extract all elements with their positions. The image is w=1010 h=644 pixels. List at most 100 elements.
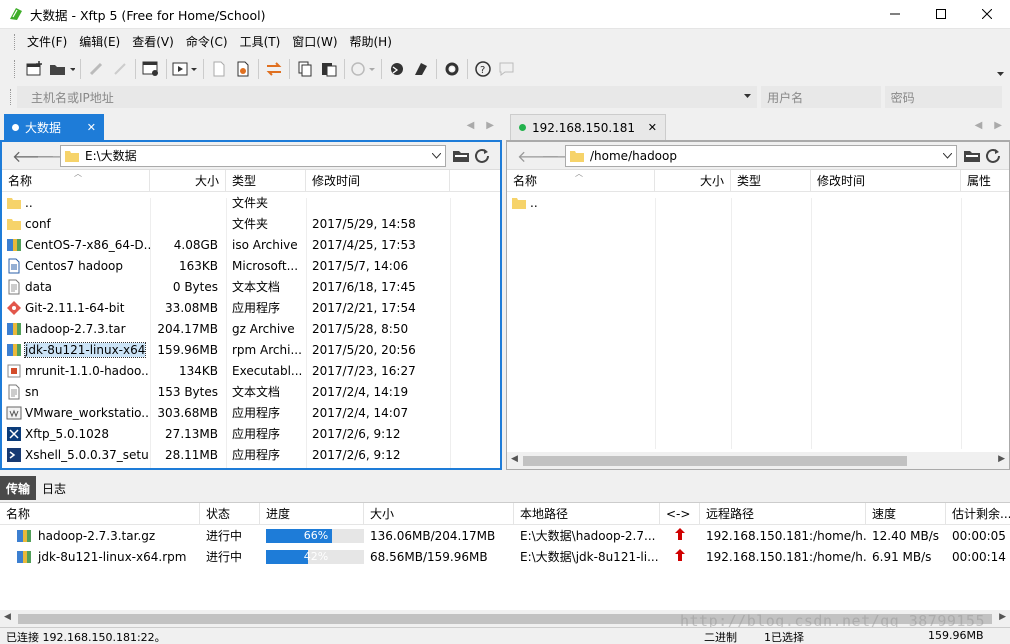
tab-next-icon[interactable]: ▶ (486, 120, 494, 131)
minimize-button[interactable] (872, 0, 918, 28)
scroll-thumb[interactable] (523, 456, 907, 466)
scroll-left-icon[interactable]: ◀ (511, 454, 518, 464)
col-modified[interactable]: 修改时间 (811, 170, 961, 191)
menu-view[interactable]: 查看(V) (126, 33, 180, 50)
col-size[interactable]: 大小 (655, 170, 731, 191)
tcol-name[interactable]: 名称 (0, 503, 200, 524)
list-item[interactable]: Xshell_5.0.0.37_setu... 28.11MB 应用程序 2017/2… (2, 444, 500, 465)
bookmark-button[interactable] (231, 57, 255, 81)
list-item[interactable]: Git-2.11.1-64-bit 33.08MB 应用程序 2017/2/21, 1… (2, 297, 500, 318)
transfer-name-cell: jdk-8u121-linux-x64.rpm (0, 549, 200, 565)
list-item[interactable]: VMware_workstatio... 303.68MB 应用程序 2017/2/4… (2, 402, 500, 423)
help-button[interactable]: ? (471, 57, 495, 81)
new-file-button[interactable] (207, 57, 231, 81)
list-item[interactable]: Centos7 hadoop 163KB Microsoft... 2017/5/7,… (2, 255, 500, 276)
tcol-remote-path[interactable]: 远程路径 (700, 503, 866, 524)
tab-local[interactable]: 大数据 ✕ (4, 114, 104, 140)
col-type[interactable]: 类型 (226, 170, 306, 191)
list-item[interactable]: .. (507, 192, 1009, 213)
scroll-right-icon[interactable]: ▶ (999, 612, 1006, 622)
menu-window[interactable]: 窗口(W) (286, 33, 343, 50)
col-modified[interactable]: 修改时间 (306, 170, 450, 191)
menu-command[interactable]: 命令(C) (180, 33, 234, 50)
transfer-row[interactable]: jdk-8u121-linux-x64.rpm 进行中 42% 68.56MB/159… (0, 546, 1010, 567)
list-item[interactable]: conf 文件夹 2017/5/29, 14:58 (2, 213, 500, 234)
tab-prev-icon[interactable]: ◀ (467, 120, 475, 131)
list-item[interactable]: .. 文件夹 (2, 192, 500, 213)
toolbar-grip[interactable] (14, 60, 17, 78)
forward-arrow-icon[interactable]: 🡒 (541, 146, 584, 166)
maximize-button[interactable] (918, 0, 964, 28)
menu-edit[interactable]: 编辑(E) (73, 33, 126, 50)
folder-open-icon (50, 65, 75, 75)
tcol-speed[interactable]: 速度 (866, 503, 946, 524)
address-grip[interactable] (10, 89, 13, 105)
reconnect-button[interactable] (84, 57, 108, 81)
back-arrow-icon[interactable]: 🡐 (12, 146, 55, 166)
file-type: Executabl... (232, 363, 303, 378)
transfer-button[interactable] (170, 57, 200, 81)
xshell-button[interactable] (385, 57, 409, 81)
back-arrow-icon[interactable]: 🡐 (517, 146, 560, 166)
folder-up-icon[interactable] (963, 148, 981, 164)
chevron-down-icon[interactable] (432, 152, 441, 159)
refresh-icon[interactable] (474, 148, 492, 164)
tcol-status[interactable]: 状态 (200, 503, 260, 524)
list-item[interactable]: hadoop-2.7.3.tar 204.17MB gz Archive 2017/5… (2, 318, 500, 339)
remote-path-input[interactable]: /home/hadoop (565, 144, 957, 167)
username-input[interactable]: 用户名 (761, 86, 881, 108)
open-button[interactable] (47, 57, 77, 81)
chat-button[interactable] (495, 57, 519, 81)
close-button[interactable] (964, 0, 1010, 28)
col-type[interactable]: 类型 (731, 170, 811, 191)
tcol-eta[interactable]: 估计剩余... (946, 503, 1010, 524)
options-button[interactable] (440, 57, 464, 81)
menu-help[interactable]: 帮助(H) (344, 33, 398, 50)
menu-file[interactable]: 文件(F) (21, 33, 73, 50)
tab-next-icon[interactable]: ▶ (994, 120, 1002, 131)
local-path-input[interactable]: E:\大数据 (60, 144, 446, 167)
tcol-progress[interactable]: 进度 (260, 503, 364, 524)
col-size[interactable]: 大小 (150, 170, 226, 191)
menu-tools[interactable]: 工具(T) (234, 33, 287, 50)
host-input[interactable]: 主机名或IP地址 (16, 86, 758, 108)
remote-horizontal-scrollbar[interactable]: ◀ ▶ (507, 452, 1009, 469)
disconnect-button[interactable] (108, 57, 132, 81)
col-attributes[interactable]: 属性 (961, 170, 1007, 191)
tcol-direction[interactable]: <-> (660, 503, 700, 524)
folder-up-icon[interactable] (452, 148, 470, 164)
password-input[interactable]: 密码 (884, 86, 1002, 108)
transfer-row[interactable]: hadoop-2.7.3.tar.gz 进行中 66% 136.06MB/204.17… (0, 525, 1010, 546)
scroll-right-icon[interactable]: ▶ (998, 454, 1005, 464)
sync-button[interactable] (262, 57, 286, 81)
chevron-down-icon[interactable] (943, 152, 952, 159)
tcol-local-path[interactable]: 本地路径 (514, 503, 660, 524)
tab-transfers[interactable]: 传输 (0, 476, 37, 500)
tab-prev-icon[interactable]: ◀ (975, 120, 983, 131)
username-placeholder: 用户名 (767, 90, 804, 105)
list-item[interactable]: sn 153 Bytes 文本文档 2017/2/4, 14:19 (2, 381, 500, 402)
scroll-left-icon[interactable]: ◀ (4, 612, 11, 622)
list-item[interactable]: jdk-8u121-linux-x64 159.96MB rpm Archi... 2… (2, 339, 500, 360)
properties-button[interactable] (139, 57, 163, 81)
paste-button[interactable] (317, 57, 341, 81)
xftp-link-button[interactable] (409, 57, 433, 81)
refresh-icon[interactable] (985, 148, 1003, 164)
tab-close-icon[interactable]: ✕ (87, 121, 96, 134)
tcol-size[interactable]: 大小 (364, 503, 514, 524)
list-item[interactable]: mrunit-1.1.0-hadoo... 134KB Executabl... 20… (2, 360, 500, 381)
list-item[interactable]: CentOS-7-x86_64-D... 4.08GB iso Archive 201… (2, 234, 500, 255)
list-item[interactable]: Xftp_5.0.1028 27.13MB 应用程序 2017/2/6, 9:12 (2, 423, 500, 444)
tab-log[interactable]: 日志 (36, 476, 72, 500)
local-tabstrip: 大数据 ✕ ◀ ▶ (0, 112, 502, 140)
copy-button[interactable] (293, 57, 317, 81)
menu-grip[interactable] (14, 33, 17, 50)
toolbar-overflow-icon[interactable] (997, 72, 1004, 77)
forward-arrow-icon[interactable]: 🡒 (36, 146, 79, 166)
chevron-down-icon[interactable] (744, 94, 752, 99)
encoding-button[interactable] (348, 57, 378, 81)
tab-close-icon[interactable]: ✕ (648, 121, 657, 134)
new-session-button[interactable] (23, 57, 47, 81)
list-item[interactable]: data 0 Bytes 文本文档 2017/6/18, 17:45 (2, 276, 500, 297)
tab-remote[interactable]: 192.168.150.181 ✕ (510, 114, 666, 140)
